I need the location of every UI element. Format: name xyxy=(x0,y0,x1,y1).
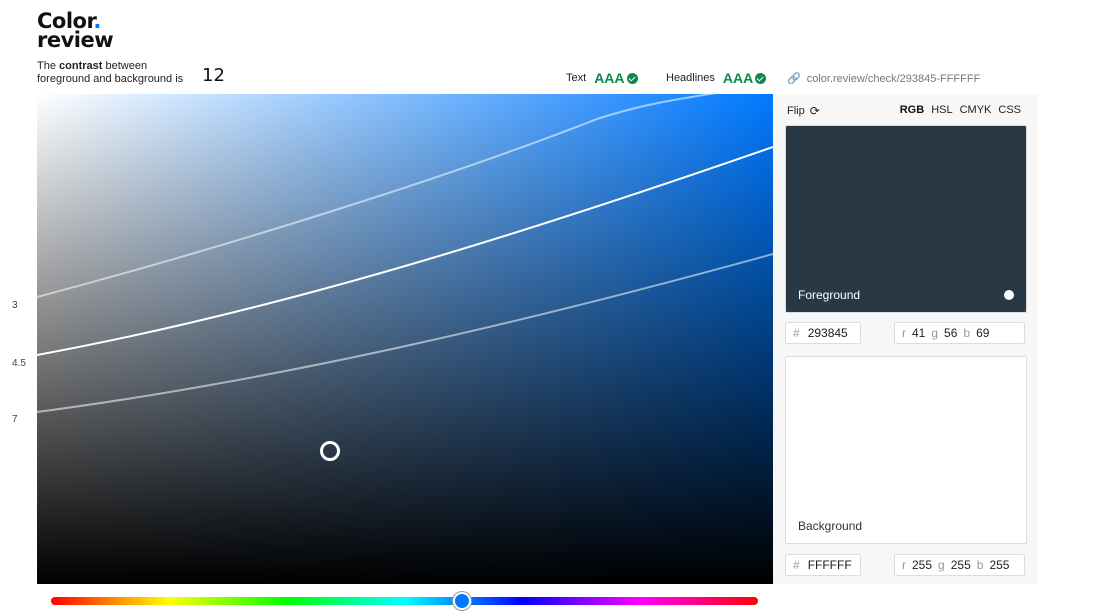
background-swatch[interactable]: Background xyxy=(785,356,1027,544)
contrast-curve-4-5 xyxy=(37,146,773,356)
summary-rest1: between xyxy=(102,60,148,72)
hash-symbol: # xyxy=(793,558,800,572)
background-b-value[interactable]: 255 xyxy=(989,558,1009,572)
g-key: g xyxy=(931,326,939,340)
logo-line2: review xyxy=(37,28,114,52)
background-label: Background xyxy=(798,519,863,533)
tab-cmyk[interactable]: CMYK xyxy=(960,104,992,116)
foreground-b-value[interactable]: 69 xyxy=(976,326,989,340)
permalink[interactable]: 🔗 color.review/check/293845-FFFFFF xyxy=(787,72,981,86)
background-hex-value: FFFFFF xyxy=(807,558,852,572)
text-grade-value: AAA xyxy=(594,70,625,86)
headlines-grade-label: Headlines xyxy=(666,72,715,84)
r-key: r xyxy=(902,558,906,572)
logo[interactable]: Color. review xyxy=(37,11,114,52)
r-key: r xyxy=(902,326,906,340)
background-r-value[interactable]: 255 xyxy=(912,558,932,572)
tab-rgb[interactable]: RGB xyxy=(900,104,924,116)
background-hex-input[interactable]: # FFFFFF xyxy=(785,554,861,576)
color-mode-tabs: RGB HSL CMYK CSS xyxy=(900,104,1021,116)
check-circle-icon xyxy=(755,72,767,84)
link-icon: 🔗 xyxy=(787,73,801,85)
tab-css[interactable]: CSS xyxy=(998,104,1021,116)
hash-symbol: # xyxy=(793,326,800,340)
text-grade-badge: Text AAA xyxy=(566,70,638,86)
ratio-label-3: 3 xyxy=(12,300,18,311)
background-g-value[interactable]: 255 xyxy=(951,558,971,572)
foreground-r-value[interactable]: 41 xyxy=(912,326,925,340)
contrast-threshold-curves xyxy=(37,94,773,413)
background-rgb-input[interactable]: r 255 g 255 b 255 xyxy=(894,554,1025,576)
b-key: b xyxy=(963,326,971,340)
hue-slider-thumb[interactable] xyxy=(453,592,471,610)
active-swatch-indicator xyxy=(1004,290,1014,300)
flip-label: Flip xyxy=(787,105,805,117)
contrast-summary: The contrast between foreground and back… xyxy=(37,60,183,86)
ratio-label-7: 7 xyxy=(12,414,18,425)
foreground-hex-input[interactable]: # 293845 xyxy=(785,322,861,344)
color-panel: Flip ⟳ RGB HSL CMYK CSS Foreground # 293… xyxy=(773,94,1038,584)
hue-slider[interactable] xyxy=(51,597,758,605)
flip-button[interactable]: Flip ⟳ xyxy=(787,104,820,118)
foreground-label: Foreground xyxy=(798,288,861,302)
headlines-grade-badge: Headlines AAA xyxy=(666,70,767,86)
text-grade-label: Text xyxy=(566,72,587,84)
permalink-text: color.review/check/293845-FFFFFF xyxy=(806,72,981,85)
tab-hsl[interactable]: HSL xyxy=(931,104,952,116)
foreground-swatch[interactable]: Foreground xyxy=(785,125,1027,313)
summary-bold: contrast xyxy=(59,60,103,72)
foreground-hex-value: 293845 xyxy=(807,326,848,340)
summary-rest2: foreground and background is xyxy=(37,73,184,85)
headlines-grade-value: AAA xyxy=(722,70,754,86)
contrast-ratio-value: 12 xyxy=(202,65,225,86)
color-picker-handle[interactable] xyxy=(320,441,340,461)
summary-prefix: The xyxy=(37,60,60,72)
foreground-rgb-input[interactable]: r 41 g 56 b 69 xyxy=(894,322,1025,344)
g-key: g xyxy=(938,558,945,572)
refresh-icon: ⟳ xyxy=(809,104,820,118)
foreground-g-value[interactable]: 56 xyxy=(944,326,957,340)
check-circle-icon xyxy=(626,72,638,84)
ratio-label-4-5: 4.5 xyxy=(12,358,26,369)
b-key: b xyxy=(976,558,984,572)
saturation-value-picker[interactable] xyxy=(37,94,773,584)
